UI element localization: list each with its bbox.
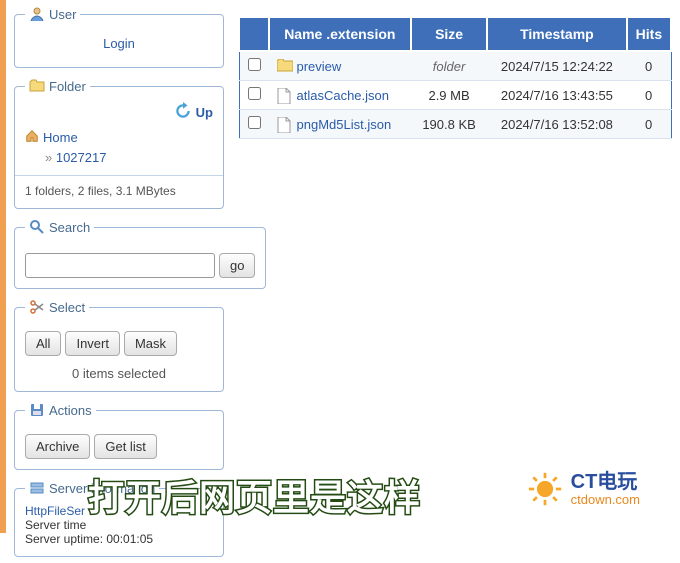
col-hits[interactable]: Hits bbox=[627, 17, 671, 51]
login-link[interactable]: Login bbox=[25, 30, 213, 57]
file-icon bbox=[277, 88, 291, 102]
wm-sub: ctdown.com bbox=[571, 493, 640, 507]
search-legend: Search bbox=[25, 219, 94, 235]
file-hits: 0 bbox=[627, 110, 671, 139]
file-size: 2.9 MB bbox=[411, 81, 487, 110]
table-row: pngMd5List.json 190.8 KB2024/7/16 13:52:0… bbox=[239, 110, 671, 139]
folder-stats: 1 folders, 2 files, 3.1 MBytes bbox=[25, 184, 213, 198]
server-time: Server time bbox=[25, 518, 86, 532]
select-legend: Select bbox=[25, 299, 89, 315]
subtitle-overlay: 打开后网页里是这样 bbox=[88, 469, 421, 521]
file-icon bbox=[277, 117, 291, 131]
select-all-button[interactable]: All bbox=[25, 331, 61, 356]
file-link[interactable]: preview bbox=[277, 59, 404, 74]
server-uptime: Server uptime: 00:01:05 bbox=[25, 532, 153, 546]
sun-icon bbox=[527, 471, 563, 507]
col-name[interactable]: Name .extension bbox=[269, 17, 412, 51]
file-link[interactable]: pngMd5List.json bbox=[277, 117, 404, 132]
select-panel: Select All Invert Mask 0 items selected bbox=[14, 299, 224, 392]
home-link[interactable]: Home bbox=[25, 129, 213, 146]
select-status: 0 items selected bbox=[25, 366, 213, 381]
col-ts[interactable]: Timestamp bbox=[487, 17, 627, 51]
row-checkbox[interactable] bbox=[248, 116, 261, 129]
scissors-icon bbox=[29, 299, 45, 315]
up-link[interactable]: Up bbox=[196, 105, 213, 120]
file-name: preview bbox=[297, 59, 342, 74]
actions-legend: Actions bbox=[25, 402, 96, 418]
file-hits: 0 bbox=[627, 81, 671, 110]
file-ts: 2024/7/15 12:24:22 bbox=[487, 51, 627, 81]
wm-title: CT电玩 bbox=[571, 471, 640, 493]
file-size: folder bbox=[411, 51, 487, 81]
folder-icon bbox=[277, 59, 291, 73]
folder-legend-text: Folder bbox=[49, 79, 86, 94]
search-icon bbox=[29, 219, 45, 235]
home-label: Home bbox=[43, 130, 78, 145]
archive-button[interactable]: Archive bbox=[25, 434, 90, 459]
search-legend-text: Search bbox=[49, 220, 90, 235]
file-table: Name .extension Size Timestamp Hits prev… bbox=[238, 16, 672, 139]
getlist-button[interactable]: Get list bbox=[94, 434, 156, 459]
file-name: atlasCache.json bbox=[297, 88, 390, 103]
col-size[interactable]: Size bbox=[411, 17, 487, 51]
row-checkbox[interactable] bbox=[248, 87, 261, 100]
file-hits: 0 bbox=[627, 51, 671, 81]
file-name: pngMd5List.json bbox=[297, 117, 392, 132]
row-checkbox[interactable] bbox=[248, 58, 261, 71]
user-icon bbox=[29, 6, 45, 22]
disk-icon bbox=[29, 402, 45, 418]
watermark: CT电玩 ctdown.com bbox=[527, 471, 640, 507]
folder-legend: Folder bbox=[25, 78, 90, 94]
folder-panel: Folder Up Home 1027217 1 folders, 2 file… bbox=[14, 78, 224, 209]
user-legend-text: User bbox=[49, 7, 76, 22]
user-panel: User Login bbox=[14, 6, 224, 68]
home-icon bbox=[25, 129, 39, 146]
search-input[interactable] bbox=[25, 253, 215, 278]
actions-panel: Actions Archive Get list bbox=[14, 402, 224, 470]
go-button[interactable]: go bbox=[219, 253, 255, 278]
user-legend: User bbox=[25, 6, 80, 22]
file-ts: 2024/7/16 13:52:08 bbox=[487, 110, 627, 139]
select-invert-button[interactable]: Invert bbox=[65, 331, 120, 356]
table-row: preview folder2024/7/15 12:24:220 bbox=[239, 51, 671, 81]
hfs-link[interactable]: HttpFileSer bbox=[25, 504, 85, 518]
server-icon bbox=[29, 480, 45, 496]
breadcrumb-item[interactable]: 1027217 bbox=[45, 150, 213, 165]
file-ts: 2024/7/16 13:43:55 bbox=[487, 81, 627, 110]
file-size: 190.8 KB bbox=[411, 110, 487, 139]
file-link[interactable]: atlasCache.json bbox=[277, 88, 404, 103]
select-legend-text: Select bbox=[49, 300, 85, 315]
search-panel: Search go bbox=[14, 219, 266, 289]
divider bbox=[15, 175, 223, 176]
folder-icon bbox=[29, 78, 45, 94]
refresh-up-icon[interactable] bbox=[174, 102, 192, 123]
select-mask-button[interactable]: Mask bbox=[124, 331, 177, 356]
actions-legend-text: Actions bbox=[49, 403, 92, 418]
table-row: atlasCache.json 2.9 MB2024/7/16 13:43:550 bbox=[239, 81, 671, 110]
